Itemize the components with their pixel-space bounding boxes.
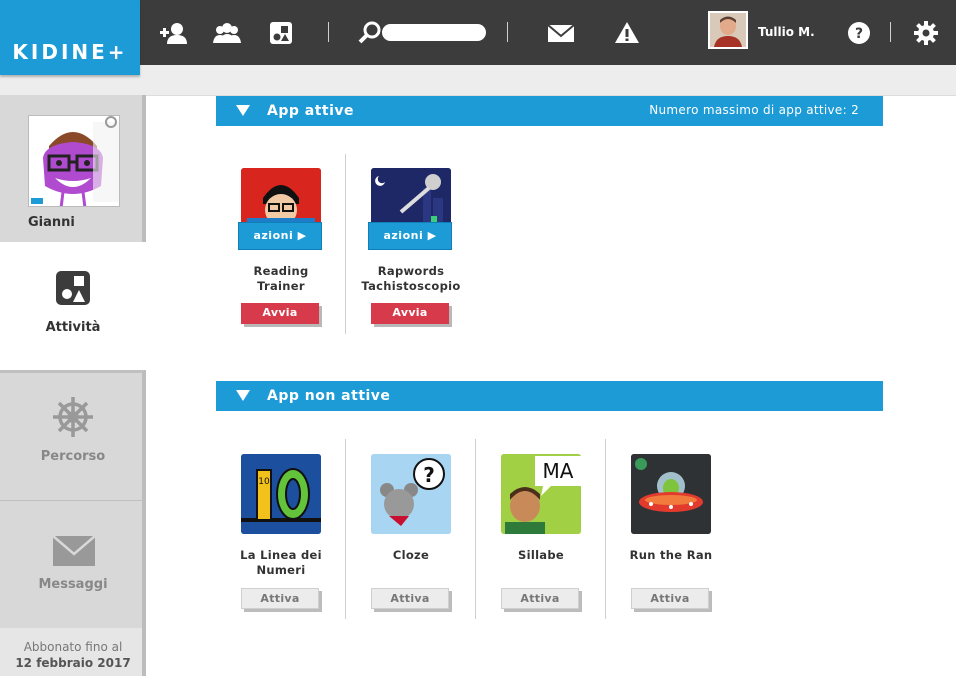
cloze-thumbnail[interactable]: ? [371,454,451,534]
sidebar-item-messaggi[interactable]: Messaggi [0,500,146,628]
user-avatar[interactable] [708,11,748,49]
app-name: Sillabe [476,548,606,563]
app-card: ? Cloze Attiva [346,454,476,614]
sidebar: Gianni Attività Percorso Messaggi Abbona… [0,95,146,676]
thumb-text: ? [423,463,435,487]
app-name-line2: Trainer [257,279,305,293]
mail-icon[interactable] [546,18,576,48]
subscription-info: Abbonato fino al 12 febbraio 2017 [0,628,146,676]
subscription-label: Abbonato fino al [23,640,123,654]
student-avatar [28,115,120,207]
app-name-line1: Run the Ran [629,548,713,562]
linea-numeri-thumbnail[interactable]: 10 [241,454,321,534]
student-card[interactable]: Gianni [0,95,146,242]
gear-icon[interactable] [911,18,941,48]
divider [890,22,891,42]
app-name-line1: Sillabe [518,548,564,562]
svg-text:?: ? [855,26,863,42]
subscription-date: 12 febbraio 2017 [15,656,131,670]
azioni-button[interactable]: azioni ▶ [368,222,452,250]
attiva-button[interactable]: Attiva [501,588,579,609]
app-name-line1: La Linea dei [240,548,322,562]
app-card: Run the Ran Attiva [606,454,736,614]
section-header-active[interactable]: App attive Numero massimo di app attive:… [216,96,883,126]
azioni-label: azioni [383,229,424,242]
app-name: Cloze [346,548,476,563]
thumb-text: MA [543,459,574,483]
app-name: Reading Trainer [216,264,346,294]
section-header-inactive[interactable]: App non attive [216,381,883,411]
collapse-triangle-icon[interactable] [236,105,250,116]
activities-icon[interactable] [266,18,296,48]
user-name[interactable]: Tullio M. [758,25,815,39]
app-name-line1: Cloze [392,548,430,562]
sidebar-item-percorso[interactable]: Percorso [0,370,146,500]
app-name-line2: Tachistoscopio [361,279,461,293]
azioni-button[interactable]: azioni ▶ [238,222,322,250]
logo-text: KIDINE+ [12,40,128,64]
student-name: Gianni [28,215,75,230]
thumb-text: 10 [258,477,270,487]
help-icon[interactable]: ? [844,18,874,48]
app-name-line1: Rapwords [377,264,445,278]
sidebar-item-label: Messaggi [38,577,108,592]
logo[interactable]: KIDINE+ [0,0,140,75]
app-name-line1: Reading [253,264,309,278]
activities-icon [55,270,91,306]
attiva-button[interactable]: Attiva [241,588,319,609]
app-name: Run the Ran [606,548,736,563]
app-name: Rapwords Tachistoscopio [346,264,476,294]
app-name: La Linea dei Numeri [216,548,346,578]
run-the-ran-thumbnail[interactable] [631,454,711,534]
azioni-label: azioni [253,229,294,242]
ship-wheel-icon [51,395,95,439]
envelope-icon [52,534,96,568]
app-card: azioni ▶ Reading Trainer Avvia [216,168,346,338]
sillabe-thumbnail[interactable]: MA [501,454,581,534]
sidebar-item-attivita[interactable]: Attività [0,242,146,370]
add-student-icon[interactable] [158,18,188,48]
warning-icon[interactable] [612,18,642,48]
divider [328,22,329,42]
top-bar: Tullio M. ? [0,0,956,65]
search-input[interactable] [382,24,486,41]
group-icon[interactable] [212,18,242,48]
section-title: App attive [267,103,355,119]
app-card: 10 La Linea dei Numeri Attiva [216,454,346,614]
avvia-button[interactable]: Avvia [241,303,319,324]
attiva-button[interactable]: Attiva [631,588,709,609]
sidebar-item-label: Attività [45,320,101,335]
sidebar-item-label: Percorso [40,449,106,464]
collapse-triangle-icon[interactable] [236,390,250,401]
avvia-button[interactable]: Avvia [371,303,449,324]
app-card: MA Sillabe Attiva [476,454,606,614]
attiva-button[interactable]: Attiva [371,588,449,609]
max-apps-note: Numero massimo di app attive: 2 [649,103,859,117]
divider [507,22,508,42]
section-title: App non attive [267,388,391,404]
app-card: azioni ▶ Rapwords Tachistoscopio Avvia [346,168,476,338]
main-content: App attive Numero massimo di app attive:… [146,95,956,676]
app-name-line2: Numeri [256,563,306,577]
